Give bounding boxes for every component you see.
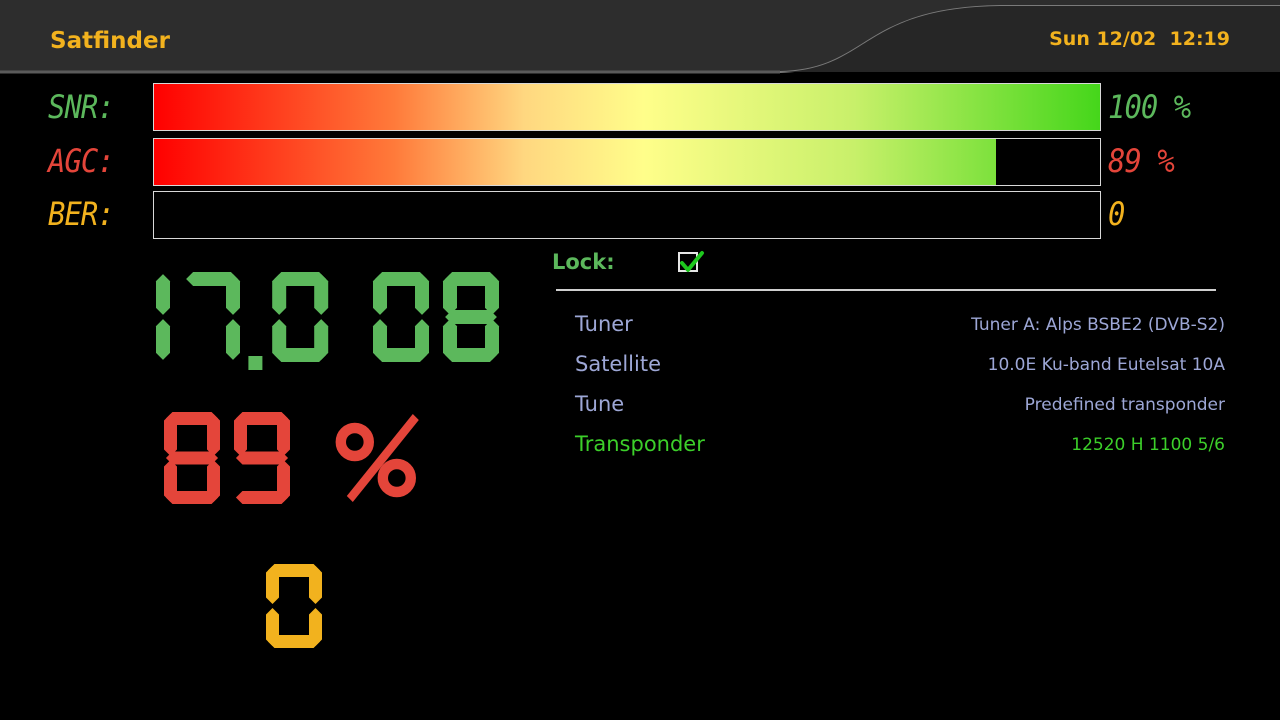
- info-value: 12520 H 1100 5/6: [1071, 435, 1225, 455]
- ber-meter: [153, 191, 1101, 239]
- snr-decimal-point: [248, 356, 263, 370]
- snr-meter-fill: [154, 84, 1100, 130]
- ber-value: 0: [1108, 195, 1125, 233]
- snr-digit: [186, 272, 240, 360]
- snr-digit: [156, 274, 170, 360]
- ber-label: BER:: [48, 195, 115, 233]
- info-row-tune[interactable]: Tune Predefined transponder: [575, 392, 1225, 422]
- info-key: Tuner: [575, 312, 633, 336]
- ber-digit: [266, 564, 322, 648]
- ber-readout: [266, 564, 322, 648]
- agc-digit: [234, 412, 290, 504]
- agc-percent-sign: [335, 414, 419, 502]
- snr-meter: [153, 83, 1101, 131]
- agc-value: 89 %: [1108, 142, 1175, 180]
- lock-checkbox: [678, 251, 704, 272]
- lock-label: Lock:: [552, 250, 615, 274]
- agc-meter-fill: [154, 139, 996, 185]
- snr-digit: [272, 272, 329, 362]
- info-row-satellite[interactable]: Satellite 10.0E Ku-band Eutelsat 10A: [575, 352, 1225, 382]
- info-row-transponder[interactable]: Transponder 12520 H 1100 5/6: [575, 432, 1225, 462]
- info-key: Transponder: [575, 432, 705, 456]
- agc-label: AGC:: [48, 142, 115, 180]
- agc-digit: [164, 412, 220, 504]
- snr-label: SNR:: [48, 88, 115, 126]
- snr-digit: [443, 272, 499, 362]
- info-key: Satellite: [575, 352, 662, 376]
- agc-percent-readout: [164, 412, 419, 504]
- clock: Sun 12/02 12:19: [1049, 28, 1230, 50]
- agc-meter: [153, 138, 1101, 186]
- info-key: Tune: [575, 392, 625, 416]
- divider: [556, 289, 1216, 291]
- checkmark-icon: [680, 251, 704, 272]
- info-value: Predefined transponder: [1024, 395, 1225, 415]
- info-row-tuner[interactable]: Tuner Tuner A: Alps BSBE2 (DVB-S2): [575, 312, 1225, 342]
- header-bar: Satfinder Sun 12/02 12:19: [0, 0, 1280, 76]
- snr-digit: [373, 272, 429, 362]
- info-value: Tuner A: Alps BSBE2 (DVB-S2): [971, 315, 1225, 335]
- page-title: Satfinder: [50, 28, 170, 54]
- info-value: 10.0E Ku-band Eutelsat 10A: [987, 355, 1225, 375]
- snr-db-readout: [156, 272, 499, 370]
- snr-value: 100 %: [1108, 88, 1191, 126]
